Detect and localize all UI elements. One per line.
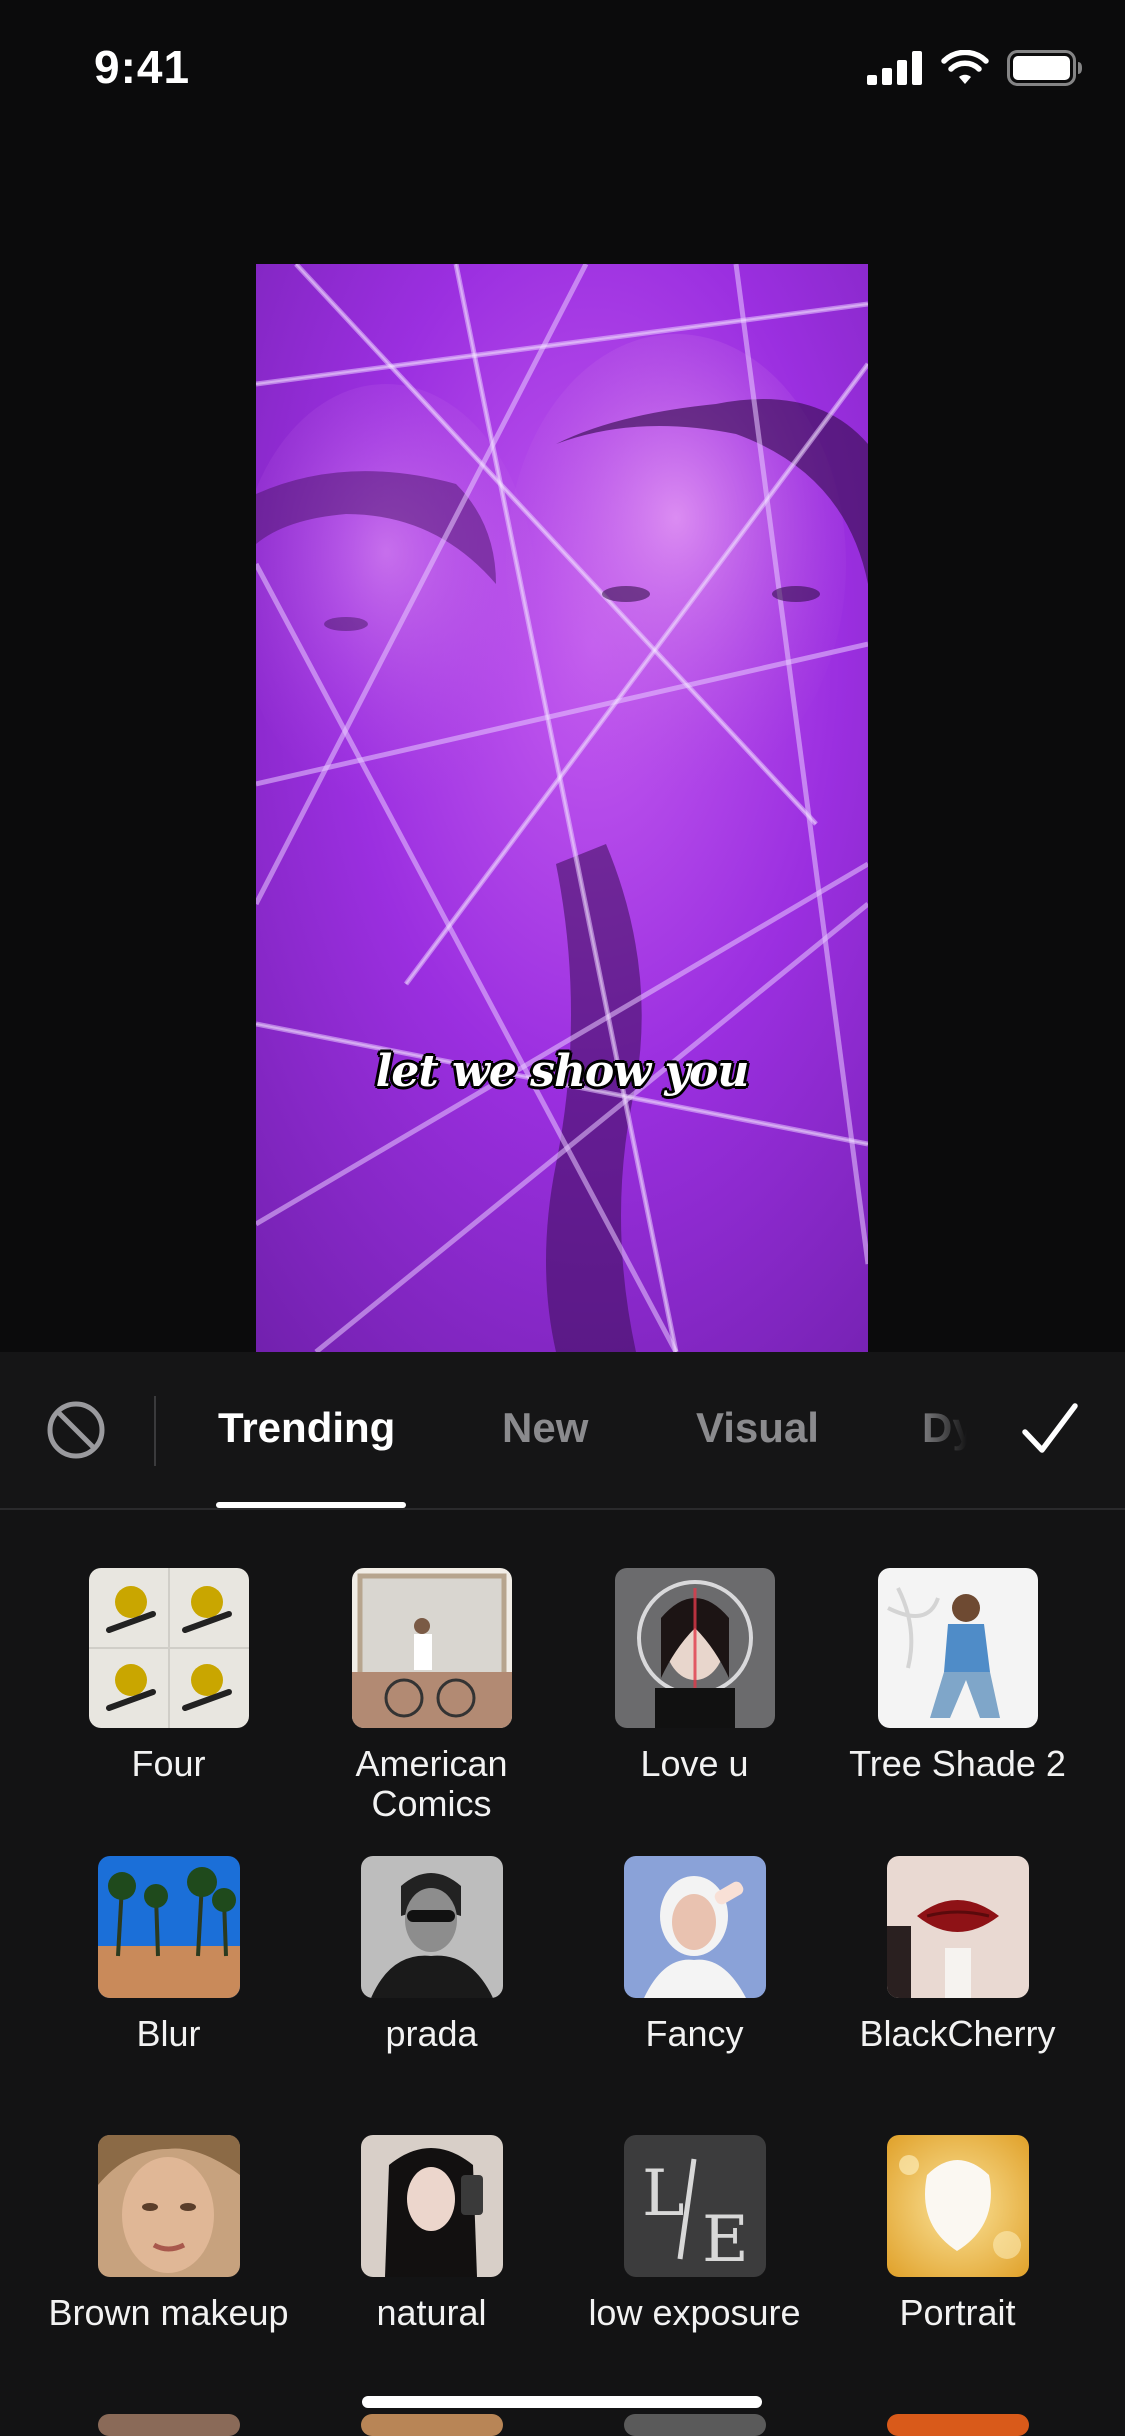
effect-label: natural	[376, 2292, 487, 2333]
home-indicator[interactable]	[362, 2396, 762, 2408]
effect-partial-2-thumbnail	[360, 2414, 503, 2436]
video-preview[interactable]: let we show you	[256, 264, 868, 1352]
effect-label: Blur	[136, 2013, 201, 2054]
effect-label: Tree Shade 2	[849, 1743, 1066, 1784]
effect-love-u-thumbnail	[614, 1568, 775, 1728]
effect-tree-shade-2-thumbnail	[877, 1568, 1038, 1728]
effect-natural-thumbnail	[360, 2135, 503, 2277]
effect-prada[interactable]: prada	[300, 1856, 563, 2054]
effect-partial-3[interactable]	[563, 2414, 826, 2436]
effect-partial-2[interactable]	[300, 2414, 563, 2436]
effect-american-comics[interactable]: American Comics	[300, 1568, 563, 1824]
effect-love-u[interactable]: Love u	[563, 1568, 826, 1784]
effect-label: low exposure	[588, 2292, 801, 2333]
effect-portrait-thumbnail	[886, 2135, 1029, 2277]
effect-natural[interactable]: natural	[300, 2135, 563, 2333]
status-bar: 9:41	[0, 0, 1125, 140]
effect-brown-makeup-thumbnail	[97, 2135, 240, 2277]
effect-portrait[interactable]: Portrait	[826, 2135, 1089, 2333]
effect-low-exposure-thumbnail: L E	[623, 2135, 766, 2277]
effect-partial-4[interactable]	[826, 2414, 1089, 2436]
effect-label: Fancy	[645, 2013, 744, 2054]
effect-blackcherry-thumbnail	[886, 1856, 1029, 1998]
preview-caption: let we show you	[375, 1046, 750, 1097]
effect-partial-1[interactable]	[37, 2414, 300, 2436]
effect-four-thumbnail	[88, 1568, 249, 1728]
wifi-icon	[941, 50, 989, 84]
effect-fancy[interactable]: Fancy	[563, 1856, 826, 2054]
effects-panel: Trending New Visual Dy Four	[0, 1352, 1125, 2436]
effect-tree-shade-2[interactable]: Tree Shade 2	[826, 1568, 1089, 1784]
effects-grid: Four American Comics Love u Tree Shade 2…	[0, 1352, 1125, 2436]
effect-four[interactable]: Four	[37, 1568, 300, 1784]
effect-label: BlackCherry	[859, 2013, 1056, 2054]
effect-american-comics-thumbnail	[351, 1568, 512, 1728]
status-time: 9:41	[94, 41, 191, 93]
effect-brown-makeup[interactable]: Brown makeup	[37, 2135, 300, 2333]
effect-blur-thumbnail	[97, 1856, 240, 1998]
effect-fancy-thumbnail	[623, 1856, 766, 1998]
effect-partial-3-thumbnail	[623, 2414, 766, 2436]
effect-blackcherry[interactable]: BlackCherry	[826, 1856, 1089, 2054]
svg-text:L: L	[642, 2157, 685, 2231]
preview-image	[256, 264, 868, 1352]
effect-partial-4-thumbnail	[886, 2414, 1029, 2436]
effect-label: Brown makeup	[48, 2292, 289, 2333]
battery-icon	[1007, 50, 1082, 86]
effect-blur[interactable]: Blur	[37, 1856, 300, 2054]
effect-low-exposure[interactable]: L E low exposure	[563, 2135, 826, 2333]
effect-label: Portrait	[899, 2292, 1016, 2333]
effect-label: Four	[131, 1743, 206, 1784]
cellular-signal-icon	[867, 51, 922, 85]
effect-partial-1-thumbnail	[97, 2414, 240, 2436]
effect-prada-thumbnail	[360, 1856, 503, 1998]
effect-label: prada	[385, 2013, 478, 2054]
status-icons	[867, 50, 1083, 86]
effect-label: Love u	[640, 1743, 749, 1784]
svg-text:E: E	[702, 2203, 749, 2277]
effect-label: American Comics	[355, 1743, 508, 1824]
